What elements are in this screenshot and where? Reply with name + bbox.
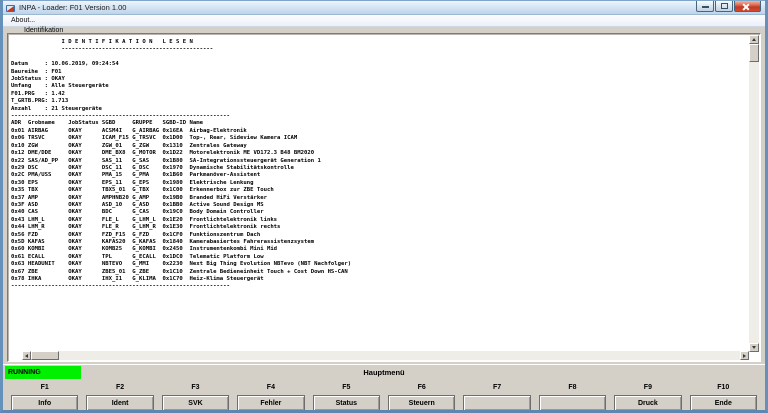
arrow-right-icon: [743, 354, 746, 358]
fkey-button-ident[interactable]: Ident: [86, 395, 153, 411]
fkey-button-f8-empty[interactable]: [539, 395, 606, 411]
window-controls: [696, 1, 761, 12]
menubar: About...: [3, 15, 765, 27]
titlebar: INPA - Loader: F01 Version 1.00: [0, 0, 768, 15]
fkey-label-f1: F1: [11, 384, 78, 394]
fkey-label-f2: F2: [86, 384, 153, 394]
fkey-button-steuern[interactable]: Steuern: [388, 395, 455, 411]
fkey-label-f5: F5: [313, 384, 380, 394]
maximize-button[interactable]: [715, 1, 733, 12]
minimize-icon: [702, 6, 709, 8]
arrow-up-icon: [752, 38, 756, 41]
vertical-scroll-thumb[interactable]: [749, 44, 759, 62]
vertical-scrollbar[interactable]: [749, 35, 759, 352]
scroll-right-button[interactable]: [740, 351, 749, 360]
arrow-down-icon: [752, 346, 756, 349]
maximize-icon: [721, 3, 728, 9]
window-title: INPA - Loader: F01 Version 1.00: [19, 3, 126, 12]
fkey-label-f7: F7: [463, 384, 530, 394]
fkey-button-svk[interactable]: SVK: [162, 395, 229, 411]
minimize-button[interactable]: [696, 1, 714, 12]
fkey-button-ende[interactable]: Ende: [690, 395, 757, 411]
fkey-button-druck[interactable]: Druck: [614, 395, 681, 411]
fkey-button-f7-empty[interactable]: [463, 395, 530, 411]
function-key-bar: F1Info F2Ident F3SVK F4Fehler F5Status F…: [3, 380, 765, 410]
client-area: Identifikation I D E N T I F I K A T I O…: [3, 27, 765, 410]
fkey-label-f6: F6: [388, 384, 455, 394]
scroll-down-button[interactable]: [749, 343, 759, 352]
fkey-button-fehler[interactable]: Fehler: [237, 395, 304, 411]
close-button[interactable]: [734, 1, 761, 12]
terminal-output: I D E N T I F I K A T I O N L E S E N --…: [11, 39, 351, 291]
arrow-left-icon: [25, 354, 28, 358]
fkey-label-f10: F10: [690, 384, 757, 394]
horizontal-scroll-thumb[interactable]: [31, 351, 59, 360]
fkey-label-f3: F3: [162, 384, 229, 394]
fkey-label-f4: F4: [237, 384, 304, 394]
scroll-left-button[interactable]: [22, 351, 31, 360]
horizontal-scrollbar[interactable]: [22, 351, 749, 360]
menu-about[interactable]: About...: [11, 17, 35, 24]
inpa-window: INPA - Loader: F01 Version 1.00 About...…: [0, 0, 768, 413]
current-menu-title: Hauptmenü: [3, 365, 765, 380]
inpa-app-icon: [6, 4, 15, 13]
status-bar: Hauptmenü RUNNING: [3, 364, 765, 380]
fkey-button-info[interactable]: Info: [11, 395, 78, 411]
fkey-label-f8: F8: [539, 384, 606, 394]
scroll-up-button[interactable]: [749, 35, 759, 44]
fkey-label-f9: F9: [614, 384, 681, 394]
fkey-button-status[interactable]: Status: [313, 395, 380, 411]
terminal-area: I D E N T I F I K A T I O N L E S E N --…: [7, 33, 761, 362]
running-status-badge: RUNNING: [5, 366, 81, 379]
